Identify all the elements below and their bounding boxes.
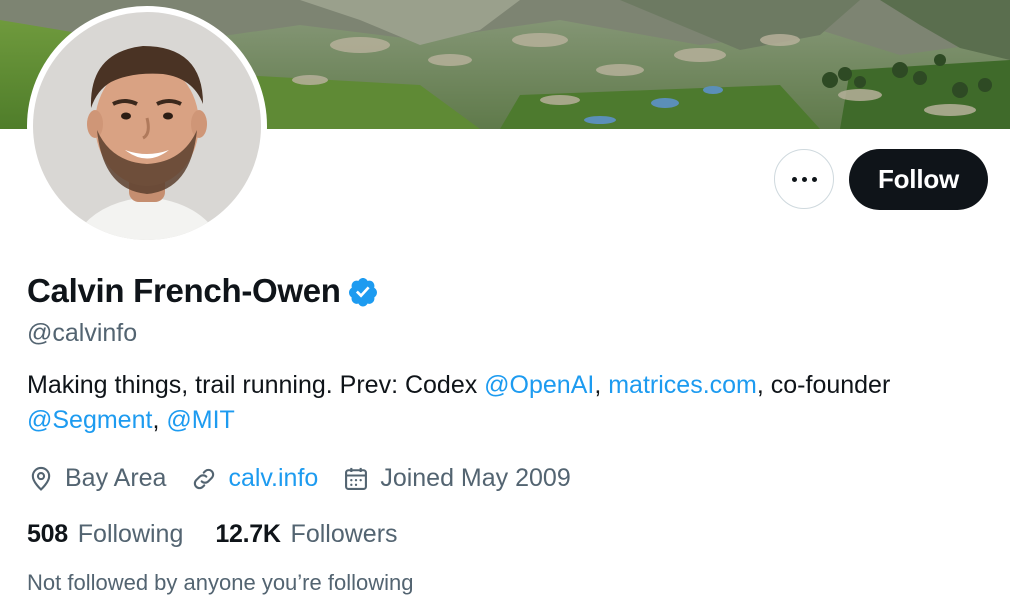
website-item: calv.info	[190, 461, 318, 496]
matrices-link[interactable]: matrices.com	[608, 371, 757, 399]
more-horizontal-icon	[791, 176, 797, 182]
bio: Making things, trail running. Prev: Code…	[27, 368, 987, 438]
follow-stats: 508 Following 12.7K Followers	[27, 517, 430, 552]
joined-item: Joined May 2009	[342, 461, 571, 496]
location-text: Bay Area	[65, 464, 167, 492]
profile-meta: Bay Area calv.info Joined May 2009	[27, 461, 595, 496]
location-item: Bay Area	[27, 461, 166, 496]
more-dot	[801, 176, 807, 182]
profile-header: Follow Calvin French-Owen @calvinfo Maki…	[0, 0, 1010, 614]
mutual-followers-note: Not followed by anyone you’re following	[27, 570, 414, 595]
followers-stat[interactable]: 12.7K Followers	[215, 517, 397, 552]
bio-separator: ,	[594, 371, 609, 399]
location-pin-icon	[31, 466, 51, 491]
name-row: Calvin French-Owen	[27, 270, 379, 312]
mention-segment-link[interactable]: @Segment	[27, 406, 152, 434]
more-options-button[interactable]	[774, 149, 834, 209]
follow-button[interactable]: Follow	[849, 149, 988, 210]
avatar[interactable]	[27, 6, 267, 246]
followers-count: 12.7K	[215, 520, 281, 548]
following-label: Following	[77, 520, 184, 548]
mention-openai-link[interactable]: @OpenAI	[484, 371, 594, 399]
avatar-photo	[33, 12, 261, 240]
calendar-icon	[345, 467, 368, 490]
bio-separator: ,	[152, 406, 167, 434]
username-handle: @calvinfo	[27, 319, 138, 347]
more-dot	[811, 176, 817, 182]
link-icon	[194, 468, 215, 489]
following-count: 508	[27, 520, 68, 548]
bio-text: , co-founder	[756, 371, 891, 399]
joined-text: Joined May 2009	[380, 464, 571, 492]
followers-label: Followers	[290, 520, 398, 548]
following-stat[interactable]: 508 Following	[27, 517, 183, 552]
website-link[interactable]: calv.info	[228, 461, 318, 496]
bio-text: Making things, trail running. Prev: Code…	[27, 371, 485, 399]
verified-badge-icon[interactable]	[347, 276, 379, 308]
mention-mit-link[interactable]: @MIT	[166, 406, 234, 434]
display-name: Calvin French-Owen	[27, 272, 341, 309]
